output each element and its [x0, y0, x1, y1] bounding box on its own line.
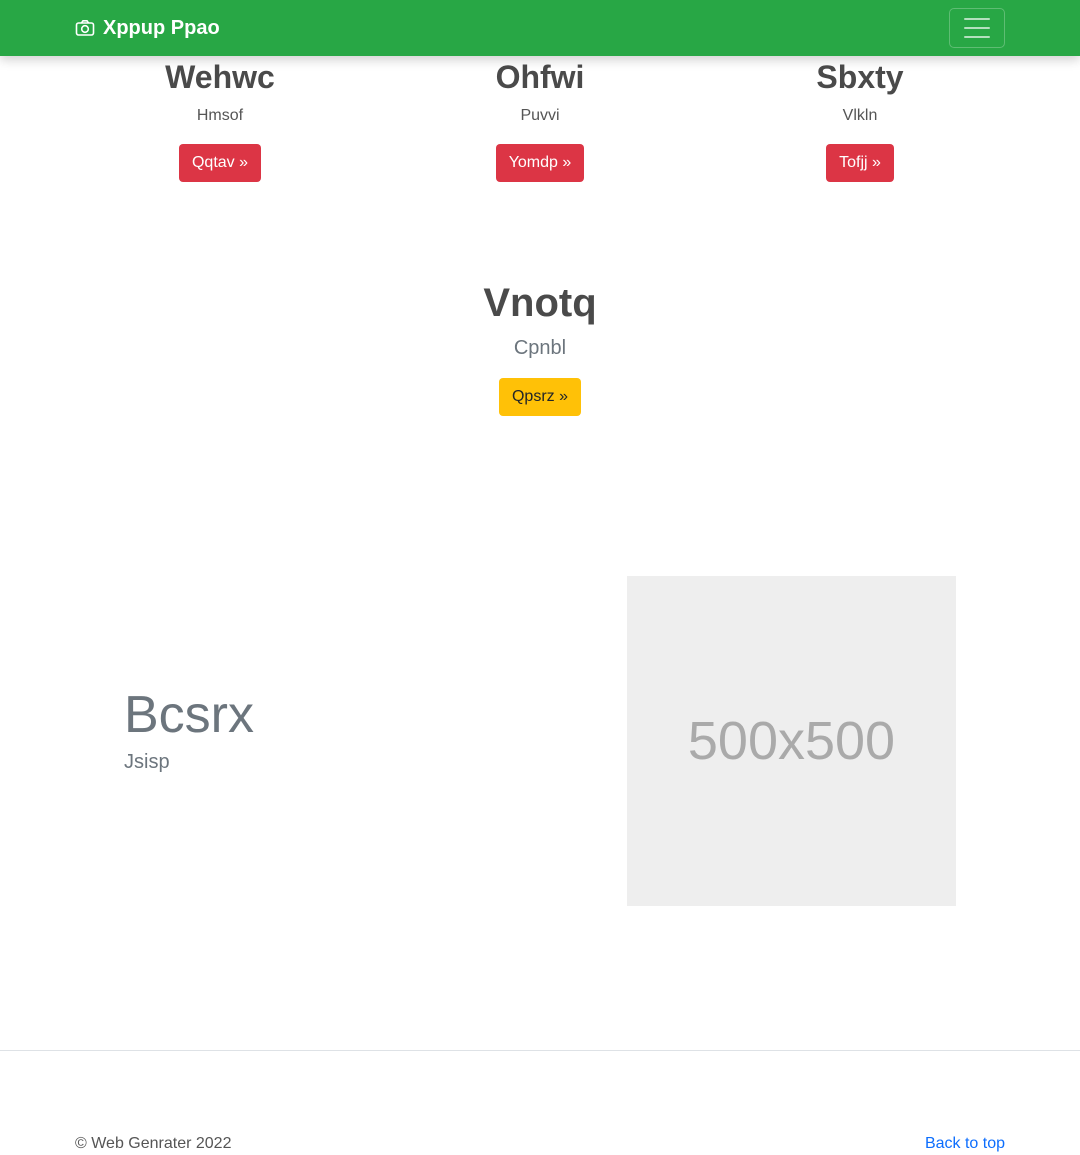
column-button[interactable]: Yomdp »	[495, 144, 585, 182]
hero-section: Vnotq Cpnbl Qpsrz »	[340, 280, 740, 416]
placeholder-image: 500x500	[627, 576, 956, 906]
column-text: Vlkln	[842, 107, 878, 124]
footer-divider	[0, 1050, 1080, 1051]
hero-title: Vnotq	[483, 281, 597, 325]
column-heading: Wehwc	[165, 59, 275, 95]
copyright-text: © Web Genrater 2022	[75, 1135, 232, 1152]
hero-button[interactable]: Qpsrz »	[498, 378, 581, 416]
brand-link[interactable]: Xppup Ppao	[75, 16, 220, 40]
hamburger-menu-icon	[964, 18, 990, 20]
column-button[interactable]: Tofjj »	[826, 144, 894, 182]
column-button[interactable]: Qqtav »	[178, 144, 262, 182]
feature-title: Bcsrx	[124, 686, 254, 744]
placeholder-image-label: 500x500	[687, 711, 896, 771]
column-heading: Ohfwi	[495, 59, 585, 95]
brand-name: Xppup Ppao	[103, 17, 220, 39]
feature-column-2: Ohfwi Puvvi Yomdp »	[390, 58, 690, 182]
hero-subtitle: Cpnbl	[513, 337, 567, 359]
column-heading: Sbxty	[816, 59, 904, 95]
camera-icon	[75, 20, 95, 36]
column-text: Hmsof	[196, 107, 244, 124]
navbar-toggler-button[interactable]	[949, 8, 1005, 48]
feature-column-3: Sbxty Vlkln Tofjj »	[710, 58, 1010, 182]
column-text: Puvvi	[520, 107, 560, 124]
feature-column-1: Wehwc Hmsof Qqtav »	[70, 58, 370, 182]
navbar: Xppup Ppao	[0, 0, 1080, 56]
hamburger-menu-icon-line	[964, 36, 990, 38]
feature-subtitle: Jsisp	[124, 751, 170, 773]
back-to-top-link[interactable]: Back to top	[925, 1134, 1005, 1154]
hamburger-menu-icon-line	[964, 27, 990, 29]
